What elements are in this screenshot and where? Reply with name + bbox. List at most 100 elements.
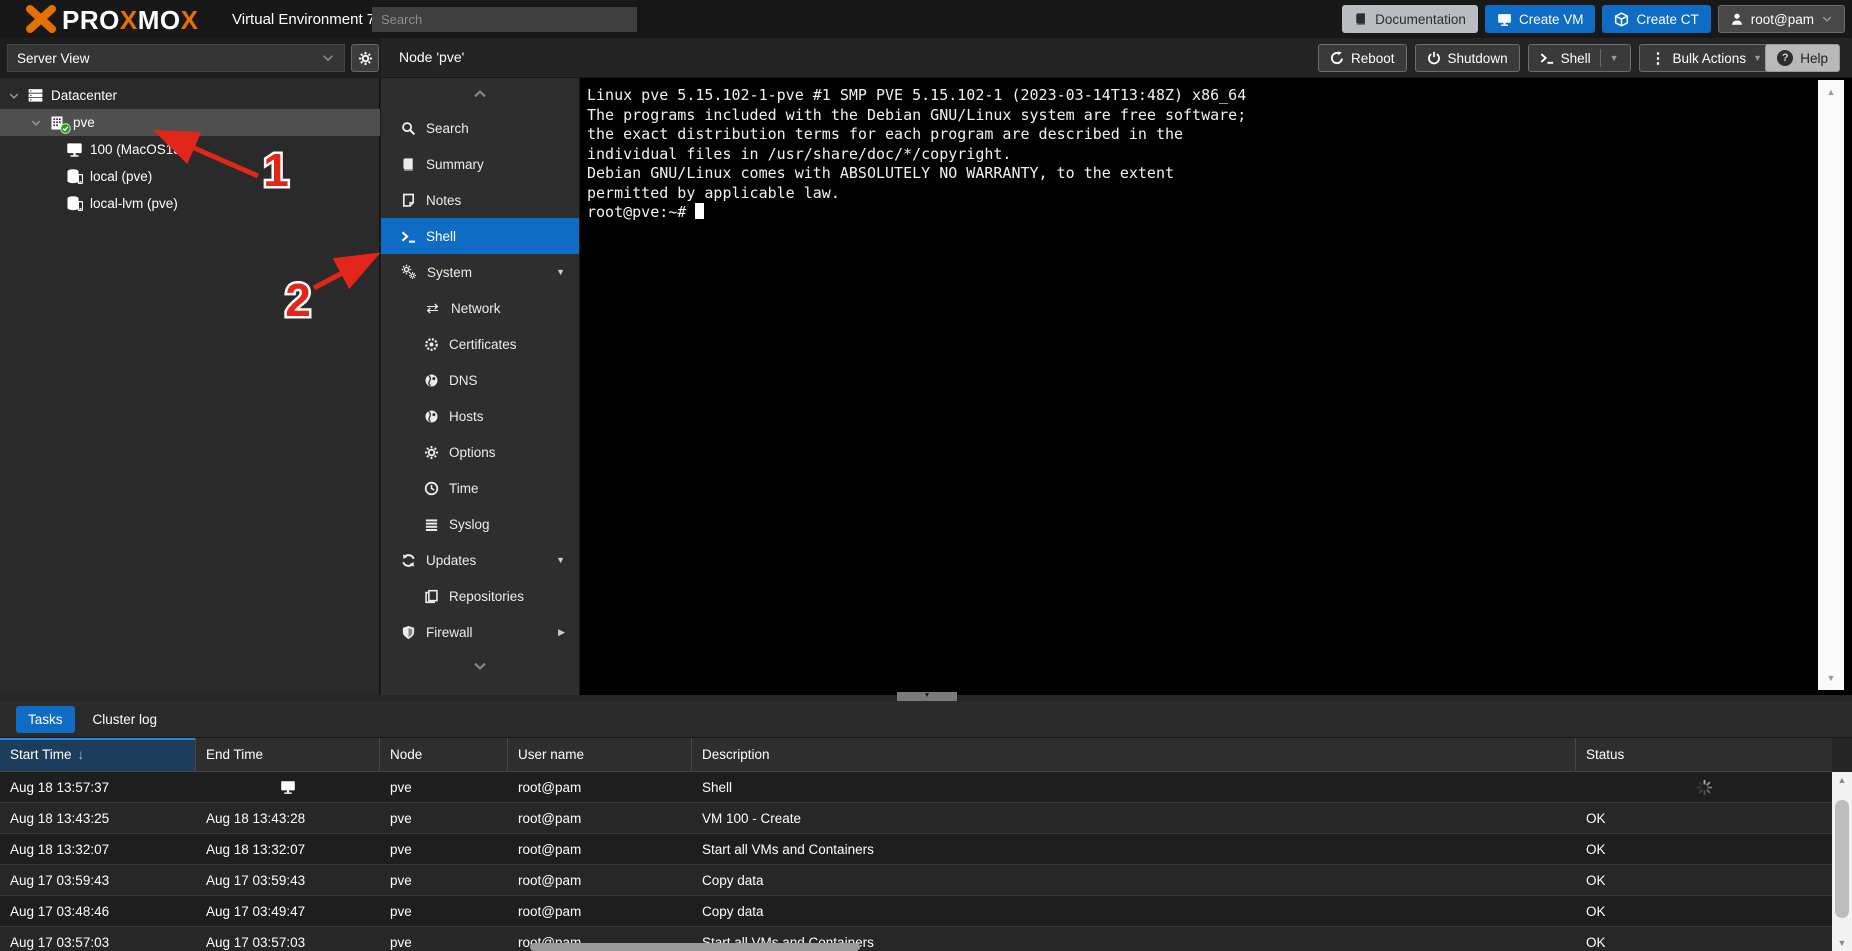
- copy-icon: [424, 589, 439, 604]
- caret-down-icon: ▼: [556, 555, 565, 565]
- column-header-node[interactable]: Node: [380, 738, 508, 771]
- question-icon: ?: [1777, 50, 1793, 66]
- column-header-start-time[interactable]: Start Time↓: [0, 738, 196, 771]
- expand-chevron-icon: [8, 90, 20, 102]
- menu-item-syslog[interactable]: Syslog: [381, 506, 579, 542]
- menu-scroll-down[interactable]: [381, 650, 579, 682]
- scrollbar-thumb[interactable]: [1835, 800, 1849, 918]
- menu-item-certificates[interactable]: Certificates: [381, 326, 579, 362]
- caret-down-icon: ▼: [556, 267, 565, 277]
- shell-terminal[interactable]: Linux pve 5.15.102-1-pve #1 SMP PVE 5.15…: [580, 78, 1852, 695]
- table-row[interactable]: Aug 18 13:43:25 Aug 18 13:43:28 pve root…: [0, 803, 1832, 834]
- refresh-icon: [401, 553, 416, 568]
- scroll-down-arrow-icon[interactable]: ▼: [1832, 938, 1852, 948]
- list-icon: [424, 517, 439, 532]
- menu-item-firewall[interactable]: Firewall▶: [381, 614, 579, 650]
- global-search-input[interactable]: [372, 7, 637, 32]
- exchange-arrows-icon: ⇄: [424, 299, 441, 317]
- shield-icon: [401, 625, 416, 640]
- chevron-up-icon: [472, 86, 488, 102]
- book-icon: [1354, 12, 1368, 26]
- menu-item-time[interactable]: Time: [381, 470, 579, 506]
- terminal-icon: [401, 229, 416, 244]
- column-header-end-time[interactable]: End Time: [196, 738, 380, 771]
- sort-desc-icon: ↓: [78, 747, 85, 762]
- reboot-button[interactable]: Reboot: [1318, 44, 1407, 72]
- view-selector[interactable]: Server View: [7, 44, 345, 72]
- table-row[interactable]: Aug 18 13:32:07 Aug 18 13:32:07 pve root…: [0, 834, 1832, 865]
- menu-item-shell[interactable]: Shell: [381, 218, 579, 254]
- terminal-line: the exact distribution terms for each pr…: [587, 125, 1246, 145]
- scroll-down-arrow-icon[interactable]: ▼: [1818, 670, 1844, 686]
- certificate-icon: [424, 337, 439, 352]
- tree-item-storage-local[interactable]: local (pve): [0, 163, 380, 190]
- online-check-icon: [60, 123, 71, 134]
- status-badge: OK: [1576, 927, 1832, 951]
- tree-item-vm-100[interactable]: 100 (MacOS13): [0, 136, 380, 163]
- chevron-down-icon[interactable]: ▼: [1610, 53, 1619, 63]
- spinner-icon: [1696, 779, 1713, 796]
- menu-item-options[interactable]: Options: [381, 434, 579, 470]
- user-icon: [1730, 12, 1744, 26]
- bottom-panel: Tasks Cluster log Start Time↓ End Time N…: [0, 701, 1852, 951]
- create-vm-button[interactable]: Create VM: [1485, 5, 1596, 33]
- table-vertical-scrollbar[interactable]: ▲ ▼: [1832, 772, 1852, 951]
- tree-item-datacenter[interactable]: Datacenter: [0, 82, 380, 109]
- table-row[interactable]: Aug 17 03:59:43 Aug 17 03:59:43 pve root…: [0, 865, 1832, 896]
- menu-item-network[interactable]: ⇄Network: [381, 290, 579, 326]
- documentation-button[interactable]: Documentation: [1342, 5, 1478, 33]
- note-icon: [401, 193, 416, 208]
- menu-item-dns[interactable]: DNS: [381, 362, 579, 398]
- node-menu: Search Summary Notes Shell System▼ ⇄Netw…: [381, 78, 580, 695]
- splitter-collapse-handle[interactable]: ▼: [897, 692, 957, 701]
- proxmox-logo-icon: [24, 4, 58, 34]
- menu-item-system[interactable]: System▼: [381, 254, 579, 290]
- column-header-description[interactable]: Description: [692, 738, 1576, 771]
- node-title: Node 'pve': [399, 49, 464, 65]
- terminal-cursor: [695, 203, 704, 219]
- table-row[interactable]: Aug 18 13:57:37 pve root@pam Shell: [0, 772, 1832, 803]
- table-row[interactable]: Aug 17 03:57:03 Aug 17 03:57:03 pve root…: [0, 927, 1832, 951]
- terminal-line: individual files in /usr/share/doc/*/cop…: [587, 145, 1246, 165]
- tab-tasks[interactable]: Tasks: [16, 706, 75, 733]
- node-panel: Node 'pve' Reboot Shutdown Shell▼ ⋮Bulk …: [381, 38, 1852, 695]
- bulk-actions-button[interactable]: ⋮Bulk Actions▼: [1639, 44, 1774, 72]
- status-badge: OK: [1576, 865, 1832, 895]
- help-button[interactable]: ?Help: [1765, 44, 1840, 72]
- menu-scroll-up[interactable]: [381, 78, 579, 110]
- scroll-up-arrow-icon[interactable]: ▲: [1832, 775, 1852, 785]
- gear-icon: [424, 445, 439, 460]
- expand-chevron-icon: [30, 117, 42, 129]
- menu-item-search[interactable]: Search: [381, 110, 579, 146]
- book-icon: [401, 157, 416, 172]
- status-badge: OK: [1576, 896, 1832, 926]
- terminal-prompt-line: root@pve:~#: [587, 203, 1246, 223]
- table-horizontal-scrollbar-thumb[interactable]: [530, 943, 860, 951]
- create-ct-button[interactable]: Create CT: [1602, 5, 1710, 33]
- vm-icon: [66, 141, 83, 158]
- column-header-user-name[interactable]: User name: [508, 738, 692, 771]
- tree-settings-button[interactable]: [351, 44, 379, 72]
- shutdown-button[interactable]: Shutdown: [1415, 44, 1520, 72]
- menu-item-summary[interactable]: Summary: [381, 146, 579, 182]
- storage-icon: [66, 168, 83, 185]
- table-row[interactable]: Aug 17 03:48:46 Aug 17 03:49:47 pve root…: [0, 896, 1832, 927]
- shell-button[interactable]: Shell▼: [1528, 44, 1631, 72]
- status-badge: OK: [1576, 834, 1832, 864]
- scroll-up-arrow-icon[interactable]: ▲: [1818, 84, 1844, 100]
- menu-item-notes[interactable]: Notes: [381, 182, 579, 218]
- tab-cluster-log[interactable]: Cluster log: [81, 706, 170, 733]
- menu-item-updates[interactable]: Updates▼: [381, 542, 579, 578]
- column-header-status[interactable]: Status: [1576, 738, 1832, 771]
- tree-item-pve[interactable]: pve: [0, 109, 380, 136]
- terminal-scrollbar[interactable]: ▲ ▼: [1818, 80, 1844, 690]
- globe-icon: [424, 373, 439, 388]
- terminal-line: The programs included with the Debian GN…: [587, 106, 1246, 126]
- menu-item-hosts[interactable]: Hosts: [381, 398, 579, 434]
- tree-item-storage-local-lvm[interactable]: local-lvm (pve): [0, 190, 380, 217]
- user-menu-button[interactable]: root@pam: [1718, 5, 1845, 33]
- menu-item-repositories[interactable]: Repositories: [381, 578, 579, 614]
- chevron-down-icon: [321, 51, 335, 65]
- chevron-down-icon: [472, 658, 488, 674]
- caret-right-icon: ▶: [558, 627, 565, 638]
